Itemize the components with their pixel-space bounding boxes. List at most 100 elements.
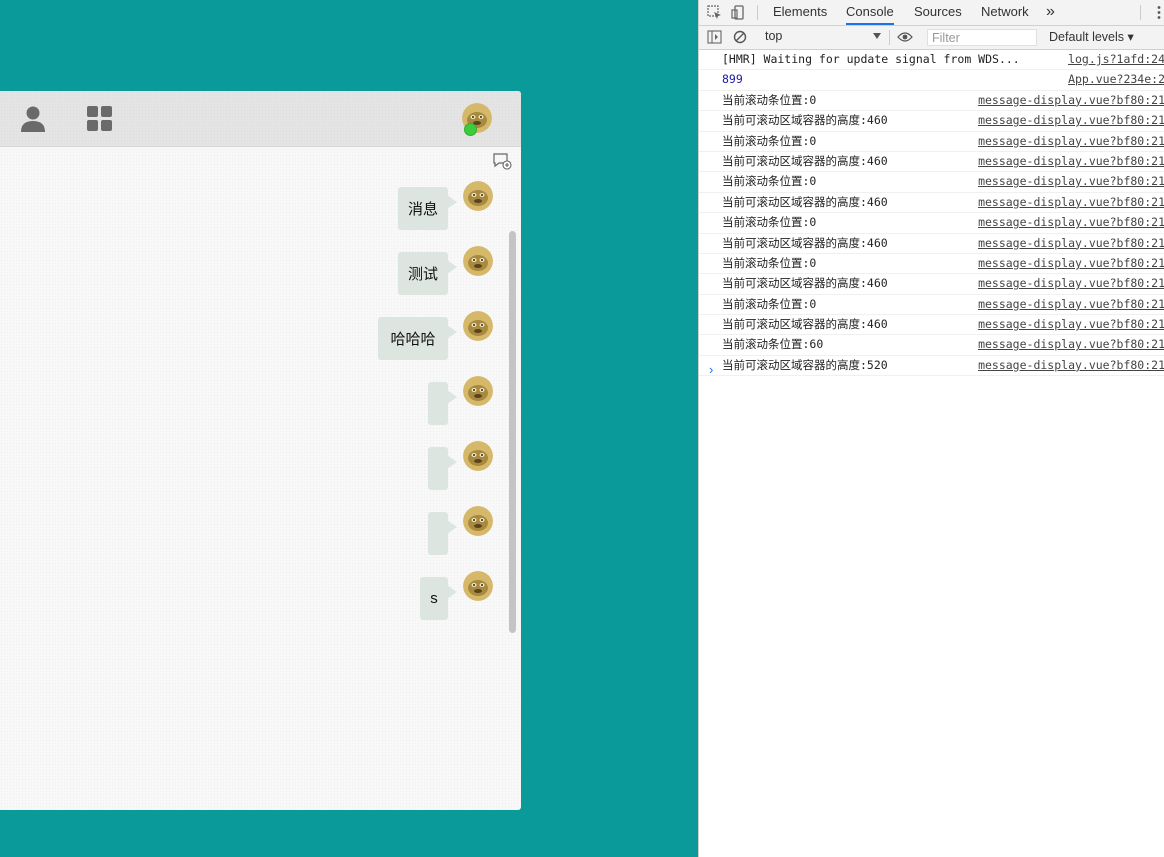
log-source-link[interactable]: message-display.vue?bf80:21 [978, 213, 1164, 232]
chevron-down-icon[interactable] [873, 32, 881, 40]
log-source-link[interactable]: message-display.vue?bf80:21 [978, 111, 1164, 130]
message-item: s [0, 571, 521, 621]
log-source-link[interactable]: message-display.vue?bf80:21 [978, 152, 1164, 171]
message-bubble[interactable]: s [420, 577, 448, 620]
tab-elements[interactable]: Elements [773, 0, 827, 25]
sidebar-toggle-icon[interactable] [707, 30, 722, 44]
tab-console[interactable]: Console [846, 0, 894, 25]
user-icon[interactable] [18, 104, 48, 134]
console-log-row: 当前可滚动区域容器的高度:460 message-display.vue?bf80… [699, 274, 1164, 295]
message-bubble[interactable]: 测试 [398, 252, 448, 295]
console-log-row: 当前可滚动区域容器的高度:460 message-display.vue?bf80… [699, 234, 1164, 254]
bubble-tail [447, 585, 457, 599]
online-status-dot [464, 123, 477, 136]
console-log-row: 当前滚动条位置:0 message-display.vue?bf80:21 [699, 295, 1164, 316]
console-prompt[interactable]: › [709, 362, 713, 377]
bubble-tail [447, 455, 457, 469]
message-scrollbar[interactable] [509, 231, 516, 633]
log-message: 当前滚动条位置:0 [722, 92, 817, 107]
chat-window: 消息测试哈哈哈 s [0, 91, 521, 810]
message-avatar[interactable] [463, 441, 493, 471]
message-avatar[interactable] [463, 311, 493, 341]
log-source-link[interactable]: message-display.vue?bf80:21 [978, 335, 1164, 354]
log-message: 当前可滚动区域容器的高度:460 [722, 113, 888, 128]
console-log-row: 当前滚动条位置:0 message-display.vue?bf80:21 [699, 172, 1164, 193]
devtools-tabbar: Elements Console Sources Network » [699, 0, 1164, 26]
message-avatar[interactable] [463, 181, 493, 211]
log-message: 当前可滚动区域容器的高度:460 [722, 317, 888, 332]
inspect-element-icon[interactable] [707, 5, 722, 20]
log-source-link[interactable]: message-display.vue?bf80:21 [978, 254, 1164, 273]
log-source-link[interactable]: message-display.vue?bf80:21 [978, 356, 1164, 375]
message-bubble[interactable] [428, 447, 448, 490]
log-message: 当前滚动条位置:0 [722, 215, 817, 230]
console-log: [HMR] Waiting for update signal from WDS… [699, 50, 1164, 377]
message-bubble[interactable] [428, 512, 448, 555]
message-avatar[interactable] [463, 506, 493, 536]
log-message: 当前可滚动区域容器的高度:460 [722, 153, 888, 168]
console-log-row: 899 App.vue?234e:2 [699, 70, 1164, 91]
bubble-tail [447, 325, 457, 339]
devtools-panel: Elements Console Sources Network » top F… [698, 0, 1164, 857]
log-message: 当前可滚动区域容器的高度:460 [722, 194, 888, 209]
log-message: 当前可滚动区域容器的高度:460 [722, 276, 888, 291]
new-chat-icon[interactable] [492, 152, 512, 170]
tab-sources[interactable]: Sources [914, 0, 962, 25]
message-bubble[interactable] [428, 382, 448, 425]
log-message: 当前滚动条位置:0 [722, 174, 817, 189]
log-message: 当前可滚动区域容器的高度:460 [722, 235, 888, 250]
toolbar-divider [1140, 5, 1141, 20]
message-item: 哈哈哈 [0, 311, 521, 361]
devtools-menu-icon[interactable] [1157, 5, 1161, 20]
log-message: 当前可滚动区域容器的高度:520 [722, 357, 888, 372]
log-source-link[interactable]: message-display.vue?bf80:21 [978, 295, 1164, 314]
toolbar-divider [757, 5, 758, 20]
console-log-row: 当前滚动条位置:0 message-display.vue?bf80:21 [699, 132, 1164, 152]
log-source-link[interactable]: message-display.vue?bf80:21 [978, 315, 1164, 334]
bubble-tail [447, 520, 457, 534]
log-message: [HMR] Waiting for update signal from WDS… [722, 52, 1020, 66]
console-log-row: 当前可滚动区域容器的高度:460 message-display.vue?bf80… [699, 152, 1164, 173]
log-source-link[interactable]: message-display.vue?bf80:21 [978, 274, 1164, 293]
message-avatar[interactable] [463, 246, 493, 276]
chat-header [0, 91, 521, 147]
more-tabs-icon[interactable]: » [1046, 0, 1055, 25]
console-toolbar: top Filter Default levels ▾ [699, 26, 1164, 50]
log-source-link[interactable]: message-display.vue?bf80:21 [978, 91, 1164, 110]
log-source-link[interactable]: log.js?1afd:24 [1068, 50, 1164, 69]
console-log-row: 当前可滚动区域容器的高度:520 message-display.vue?bf80… [699, 356, 1164, 377]
log-message: 当前滚动条位置:0 [722, 296, 817, 311]
bubble-tail [447, 260, 457, 274]
console-log-row: [HMR] Waiting for update signal from WDS… [699, 50, 1164, 71]
message-bubble[interactable]: 消息 [398, 187, 448, 230]
log-source-link[interactable]: message-display.vue?bf80:21 [978, 234, 1164, 253]
tab-network[interactable]: Network [981, 0, 1029, 25]
message-avatar[interactable] [463, 376, 493, 406]
log-source-link[interactable]: message-display.vue?bf80:21 [978, 172, 1164, 191]
bubble-tail [447, 390, 457, 404]
filter-input[interactable]: Filter [927, 29, 1037, 46]
log-levels-dropdown[interactable]: Default levels ▾ [1049, 29, 1134, 44]
context-selector[interactable]: top [765, 29, 782, 43]
device-toolbar-icon[interactable] [731, 5, 746, 20]
apps-grid-icon[interactable] [85, 104, 115, 134]
console-log-row: 当前滚动条位置:0 message-display.vue?bf80:21 [699, 213, 1164, 234]
message-item: 消息 [0, 181, 521, 231]
log-source-link[interactable]: message-display.vue?bf80:21 [978, 193, 1164, 212]
message-item [0, 441, 521, 491]
toolbar-divider [889, 30, 890, 45]
log-message: 当前滚动条位置:0 [722, 255, 817, 270]
console-log-row: 当前滚动条位置:0 message-display.vue?bf80:21 [699, 91, 1164, 112]
log-source-link[interactable]: App.vue?234e:2 [1068, 70, 1164, 89]
console-log-row: 当前滚动条位置:60 message-display.vue?bf80:21 [699, 335, 1164, 356]
log-message: 899 [722, 72, 743, 87]
message-bubble[interactable]: 哈哈哈 [378, 317, 448, 360]
clear-console-icon[interactable] [733, 30, 747, 44]
message-avatar[interactable] [463, 571, 493, 601]
log-message: 当前滚动条位置:0 [722, 133, 817, 148]
message-item [0, 506, 521, 556]
console-log-row: 当前可滚动区域容器的高度:460 message-display.vue?bf80… [699, 111, 1164, 132]
log-message: 当前滚动条位置:60 [722, 337, 824, 352]
live-expression-eye-icon[interactable] [897, 31, 913, 43]
log-source-link[interactable]: message-display.vue?bf80:21 [978, 132, 1164, 151]
